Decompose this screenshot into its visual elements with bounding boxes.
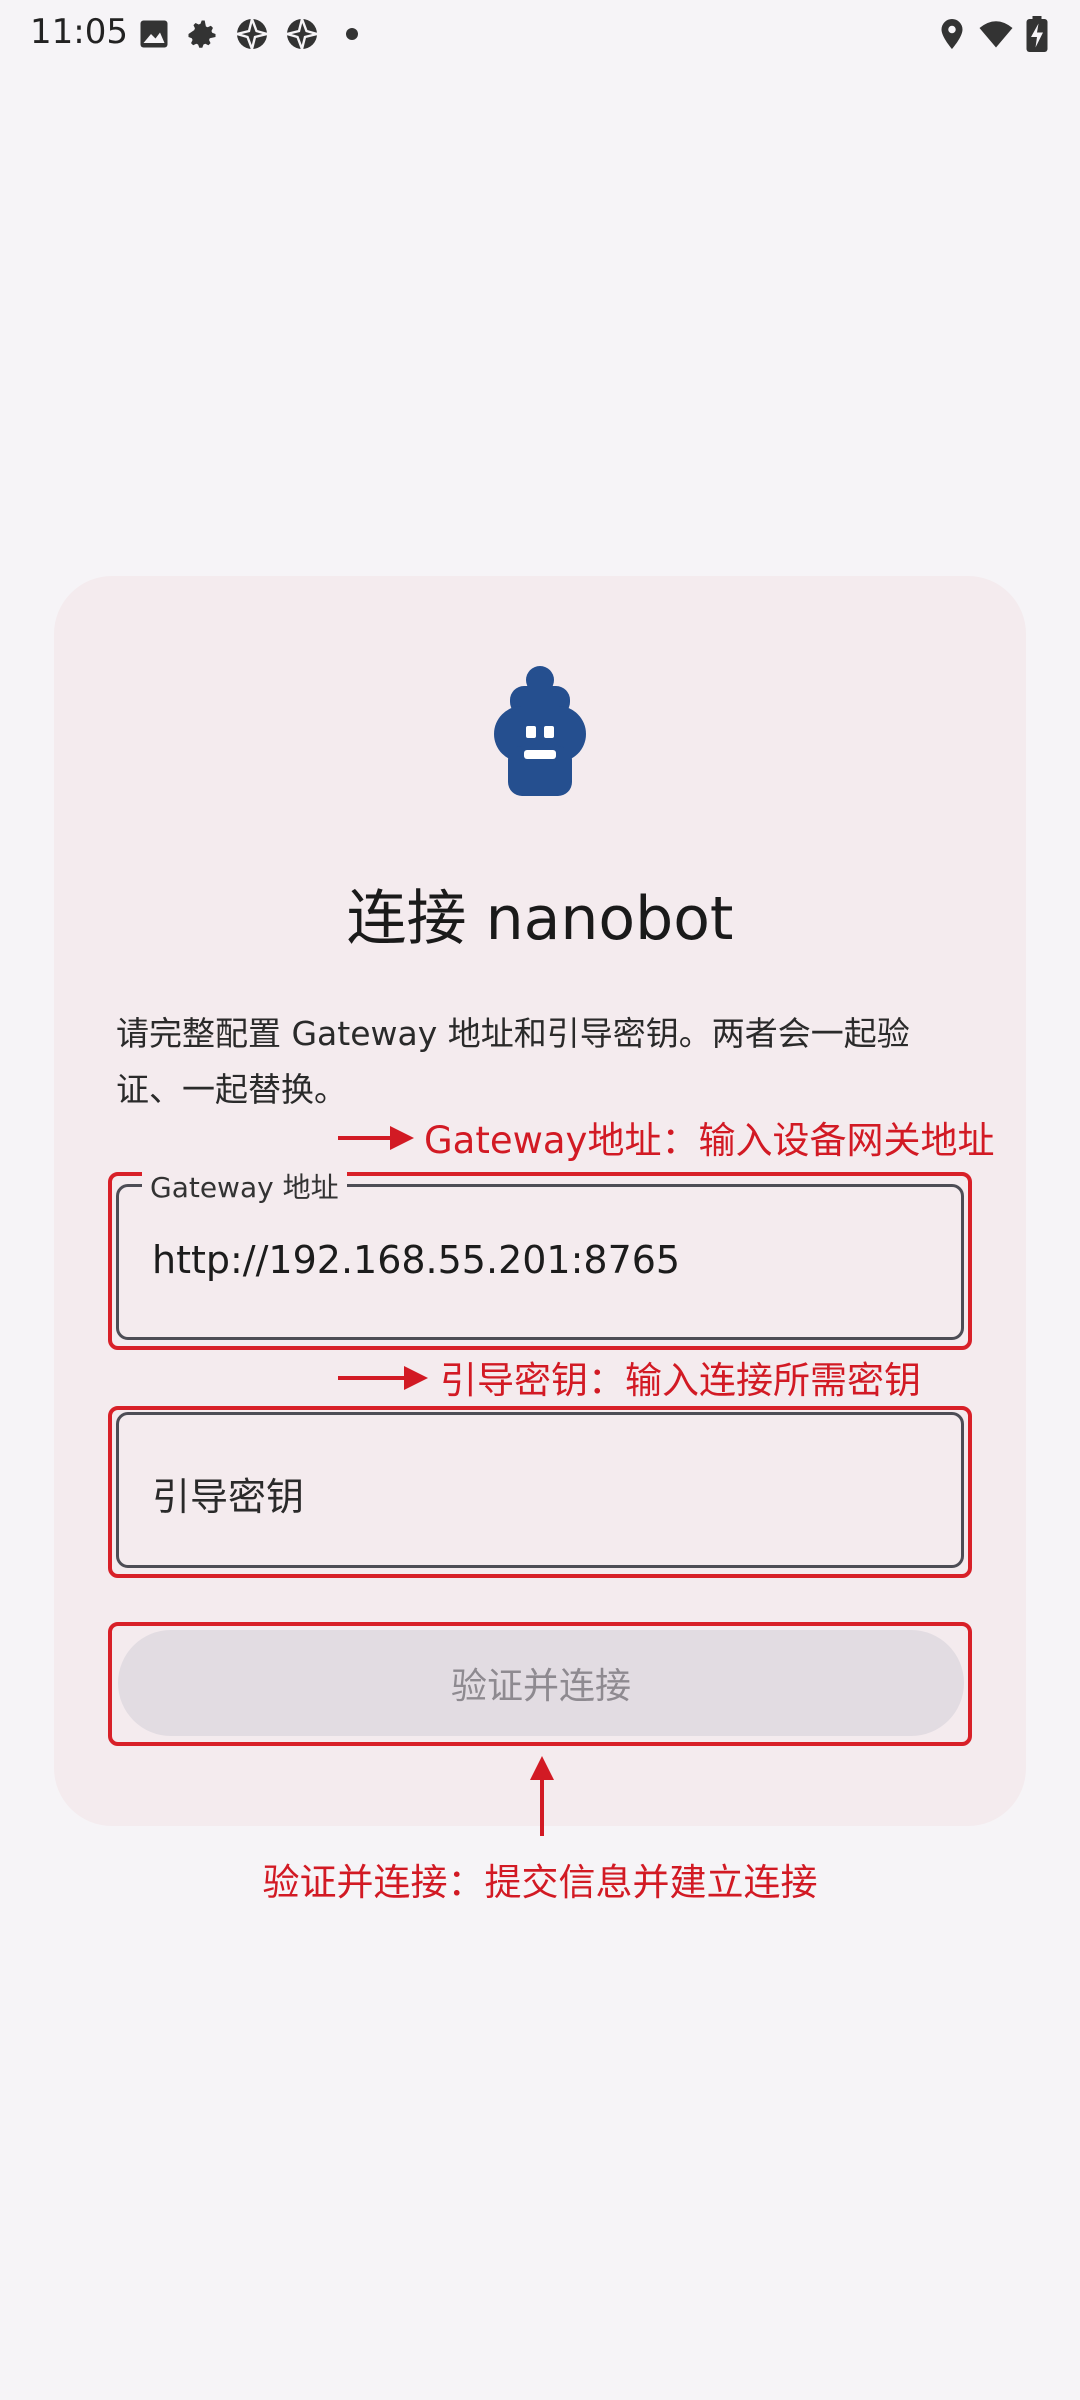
annotation-arrow-right-icon [338,1118,414,1158]
settings-icon [184,16,220,52]
annotation-submit: 验证并连接：提交信息并建立连接 [262,1861,818,1904]
image-icon [136,16,172,52]
page-title: 连接 nanobot [346,884,734,954]
status-bar: 11:05 [0,0,1080,70]
robot-icon [480,666,600,796]
dot-icon [334,16,370,52]
annotation-arrow-up-icon [522,1756,562,1836]
wifi-icon [978,16,1014,52]
verify-connect-button-label: 验证并连接 [450,1666,631,1707]
aperture-icon [234,16,270,52]
annotation-gateway: Gateway地址：输入设备网关地址 [424,1119,995,1162]
annotation-key: 引导密钥：输入连接所需密钥 [440,1359,921,1402]
gateway-field-label: Gateway 地址 [142,1166,347,1206]
aperture-icon [284,16,320,52]
description-text: 请完整配置 Gateway 地址和引导密钥。两者会一起验证、一起替换。 [116,1014,910,1109]
bootstrap-key-placeholder: 引导密钥 [152,1475,305,1519]
verify-connect-button[interactable]: 验证并连接 [118,1630,964,1736]
annotation-arrow-right-icon [338,1358,428,1398]
gateway-field-value: http://192.168.55.201:8765 [152,1238,681,1282]
battery-charging-icon [1022,16,1052,52]
status-time: 11:05 [30,12,128,52]
location-icon [934,16,970,52]
